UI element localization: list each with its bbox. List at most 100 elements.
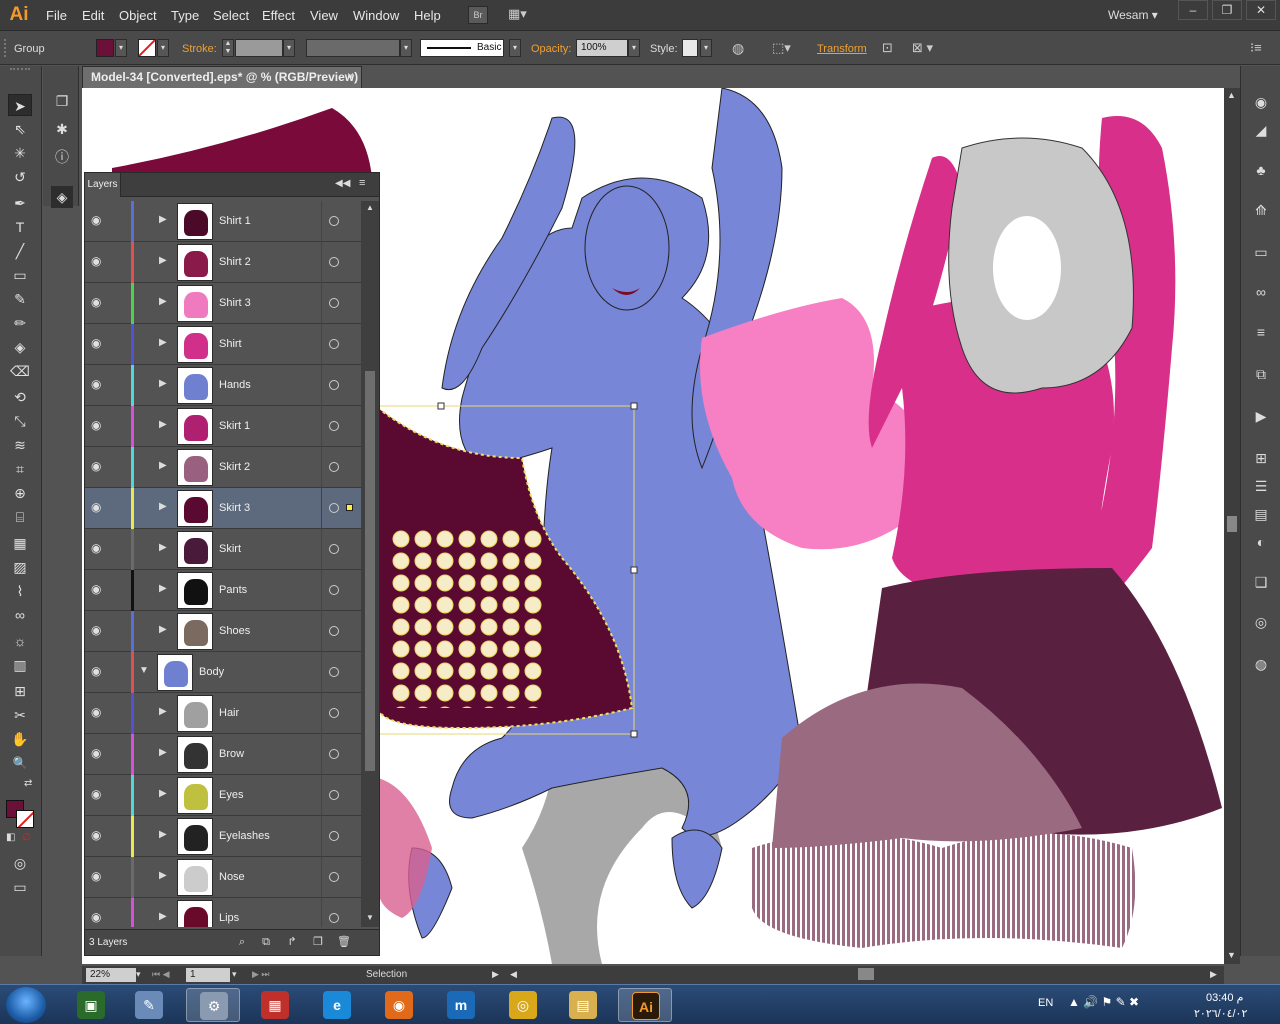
transform-options-icon[interactable]: ⊠ ▾: [912, 40, 933, 56]
menu-edit[interactable]: Edit: [82, 8, 104, 23]
target-circle-icon[interactable]: [329, 790, 339, 800]
taskbar-app-m[interactable]: m: [434, 988, 488, 1022]
layer-name[interactable]: Body: [199, 666, 224, 678]
pen-tool-icon[interactable]: ✒: [8, 192, 32, 214]
target-circle-icon[interactable]: [329, 872, 339, 882]
layer-name[interactable]: Hands: [219, 379, 251, 391]
layer-row[interactable]: ◉ ▶ Eyelashes: [85, 816, 361, 857]
minimize-button[interactable]: –: [1178, 0, 1208, 20]
layer-name[interactable]: Nose: [219, 871, 245, 883]
layer-row[interactable]: ◉ ▶ Eyes: [85, 775, 361, 816]
layer-name[interactable]: Pants: [219, 584, 247, 596]
layer-row[interactable]: ◉ ▶ Brow: [85, 734, 361, 775]
scroll-right-arrow-icon[interactable]: ▶: [1210, 969, 1217, 980]
taskbar-app-edge[interactable]: e: [310, 988, 364, 1022]
layer-row[interactable]: ◉ ▶ Pants: [85, 570, 361, 611]
taskbar-app-tools[interactable]: ⚙: [186, 988, 240, 1022]
swap-colors-icon[interactable]: ⇄: [24, 778, 32, 789]
color-guide-icon[interactable]: ◢: [1251, 120, 1271, 140]
variable-width-profile[interactable]: [306, 39, 400, 57]
graph-tool-icon[interactable]: ▥: [8, 654, 32, 676]
layer-name[interactable]: Shirt 1: [219, 215, 251, 227]
target-circle-icon[interactable]: [329, 831, 339, 841]
visibility-eye-icon[interactable]: ◉: [91, 665, 105, 677]
status-menu-icon[interactable]: ▶: [492, 969, 499, 980]
arrange-documents-icon[interactable]: ▦▾: [508, 6, 534, 24]
layers-tab[interactable]: Layers: [85, 173, 121, 197]
maximize-button[interactable]: ❐: [1212, 0, 1242, 20]
graphic-style-swatch[interactable]: [682, 39, 698, 57]
expand-triangle-icon[interactable]: ▶: [159, 420, 167, 430]
drawing-mode-icon[interactable]: ◎: [8, 852, 32, 874]
stroke-weight-dropdown[interactable]: ▾: [283, 39, 295, 57]
visibility-eye-icon[interactable]: ◉: [91, 255, 105, 267]
transparency-icon[interactable]: ◐: [1251, 532, 1271, 552]
eyedropper-tool-icon[interactable]: ⌇: [8, 580, 32, 602]
layer-row[interactable]: ◉ ▶ Skirt 1: [85, 406, 361, 447]
menu-file[interactable]: File: [46, 8, 67, 23]
first-artboard-icon[interactable]: ⏮ ◀: [152, 969, 170, 980]
layer-name[interactable]: Skirt 1: [219, 420, 250, 432]
symbols-panel-icon[interactable]: ♣: [1251, 160, 1271, 180]
artboard-dropdown-icon[interactable]: ▾: [232, 969, 237, 980]
gradient-icon[interactable]: ▤: [1251, 504, 1271, 524]
none-color-icon[interactable]: ∅: [22, 832, 31, 843]
expand-triangle-icon[interactable]: ▶: [159, 912, 167, 922]
zoom-field[interactable]: 22%: [86, 968, 136, 982]
expand-triangle-icon[interactable]: ▶: [159, 707, 167, 717]
shape-builder-tool-icon[interactable]: ⊕: [8, 482, 32, 504]
mesh-tool-icon[interactable]: ▦: [8, 532, 32, 554]
clock-date[interactable]: ٢٠٢٦/٠٤/٠٢: [1194, 1007, 1247, 1020]
default-colors-icon[interactable]: ◧: [6, 832, 15, 843]
target-circle-icon[interactable]: [329, 257, 339, 267]
info-icon[interactable]: ⓘ: [51, 146, 73, 168]
copy-icon[interactable]: ❐: [51, 90, 73, 112]
vertical-scroll-thumb[interactable]: [1227, 516, 1237, 532]
visibility-eye-icon[interactable]: ◉: [91, 337, 105, 349]
direct-selection-tool-icon[interactable]: ⇖: [8, 118, 32, 140]
scroll-down-arrow-icon[interactable]: ▼: [1227, 950, 1236, 960]
artboard-tool-icon[interactable]: ⊞: [8, 680, 32, 702]
locate-object-icon[interactable]: ⌕: [235, 935, 249, 949]
align-icon[interactable]: ≡: [1251, 322, 1271, 342]
opacity-label[interactable]: Opacity:: [531, 43, 571, 55]
stroke-dropdown[interactable]: ▾: [157, 39, 169, 57]
layers-panel-icon[interactable]: ◈: [51, 186, 73, 208]
expand-triangle-icon[interactable]: ▶: [159, 379, 167, 389]
collapse-panel-icon[interactable]: ◀◀: [335, 178, 350, 189]
pathfinder-icon[interactable]: ⧉: [1251, 364, 1271, 384]
close-document-icon[interactable]: ×: [347, 69, 354, 83]
delete-layer-icon[interactable]: 🗑: [337, 935, 351, 949]
isolate-group-icon[interactable]: ⊡: [882, 40, 893, 56]
layer-row[interactable]: ◉ ▶ Shoes: [85, 611, 361, 652]
layer-name[interactable]: Skirt 2: [219, 461, 250, 473]
bridge-button[interactable]: Br: [468, 6, 488, 24]
brushes-icon[interactable]: ⟰: [1251, 200, 1271, 220]
layer-name[interactable]: Shirt 3: [219, 297, 251, 309]
target-circle-icon[interactable]: [329, 708, 339, 718]
layer-row[interactable]: ◉ ▶ Shirt 1: [85, 201, 361, 242]
graphic-styles-icon[interactable]: ◍: [1251, 654, 1271, 674]
layers-scroll-thumb[interactable]: [365, 371, 375, 771]
paintbrush-tool-icon[interactable]: ✎: [8, 288, 32, 310]
layer-row[interactable]: ◉ ▶ Shirt 2: [85, 242, 361, 283]
layer-name[interactable]: Shoes: [219, 625, 250, 637]
create-layer-icon[interactable]: ❐: [311, 935, 325, 949]
target-circle-icon[interactable]: [329, 503, 339, 513]
visibility-eye-icon[interactable]: ◉: [91, 583, 105, 595]
visibility-eye-icon[interactable]: ◉: [91, 296, 105, 308]
visibility-eye-icon[interactable]: ◉: [91, 870, 105, 882]
actions-icon[interactable]: ▶: [1251, 406, 1271, 426]
color-icon[interactable]: ◉: [1251, 92, 1271, 112]
visibility-eye-icon[interactable]: ◉: [91, 542, 105, 554]
taskbar-app-firefox[interactable]: ◉: [372, 988, 426, 1022]
rotate-tool-icon[interactable]: ⟲: [8, 386, 32, 408]
layer-row[interactable]: ◉ ▶ Lips: [85, 898, 361, 927]
brush-dropdown[interactable]: ▾: [509, 39, 521, 57]
perspective-grid-tool-icon[interactable]: ⌸: [8, 506, 32, 528]
layers-dock-icon[interactable]: ☰: [1251, 476, 1271, 496]
scroll-up-arrow-icon[interactable]: ▲: [1227, 90, 1236, 100]
layer-row[interactable]: ◉ ▶ Hands: [85, 365, 361, 406]
rectangle-tool-icon[interactable]: ▭: [8, 264, 32, 286]
align-to-icon[interactable]: ⬚▾: [772, 40, 791, 56]
